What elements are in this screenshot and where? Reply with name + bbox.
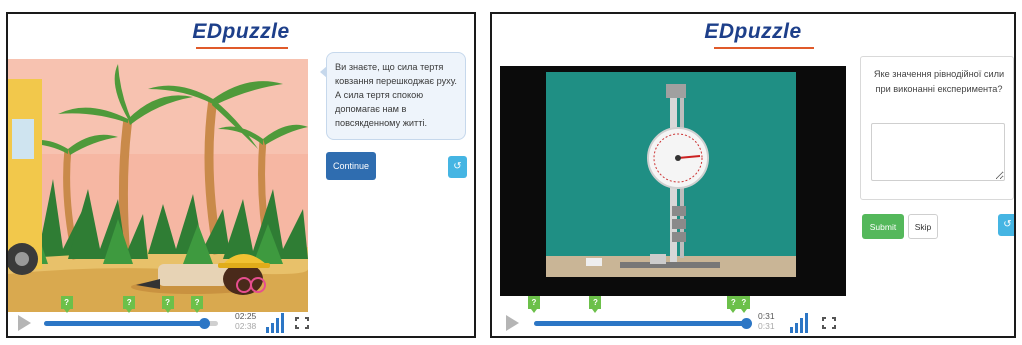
question-marker[interactable]: ? — [528, 296, 540, 313]
fullscreen-icon[interactable] — [295, 317, 309, 329]
video-player[interactable] — [500, 66, 846, 296]
video-player[interactable] — [8, 59, 308, 312]
question-marker[interactable]: ? — [191, 296, 204, 313]
speed-icon[interactable] — [266, 313, 288, 333]
question-marker[interactable]: ? — [123, 296, 136, 313]
question-card: Яке значення рівнодійної сили при викона… — [860, 56, 1014, 200]
time-total: 0:31 — [758, 321, 775, 331]
progress-track[interactable] — [44, 318, 218, 329]
question-text: Яке значення рівнодійної сили при викона… — [873, 69, 1005, 94]
logo-underline — [714, 47, 814, 49]
progress-handle[interactable] — [741, 318, 752, 329]
submit-button[interactable]: Submit — [862, 214, 904, 239]
question-marker[interactable]: ? — [161, 296, 174, 313]
video-controls: ???? 02:25 02:38 — [8, 296, 474, 336]
undo-icon[interactable]: ↺ — [448, 156, 467, 178]
time-total: 02:38 — [235, 321, 257, 331]
undo-icon[interactable]: ↺ — [998, 214, 1014, 236]
progress-handle[interactable] — [199, 318, 211, 329]
question-bubble: Ви знаєте, що сила тертя ковзання перешк… — [326, 52, 466, 140]
cartoon-video-frame — [8, 59, 308, 312]
video-controls: ???? 0:31 0:31 — [492, 296, 1014, 336]
edpuzzle-panel-left: EDpuzzle Ви знаєте, що сила тертя ковзан… — [6, 12, 476, 338]
continue-button[interactable]: Continue — [326, 152, 376, 180]
answer-field[interactable] — [871, 123, 1005, 181]
progress-fill — [534, 321, 746, 326]
logo-underline — [196, 47, 288, 49]
time-current: 02:25 — [235, 311, 257, 321]
experiment-video-frame — [500, 66, 846, 296]
edpuzzle-logo: EDpuzzle — [704, 20, 802, 43]
progress-track[interactable] — [534, 318, 752, 329]
time-display: 0:31 0:31 — [758, 311, 775, 331]
edpuzzle-panel-right: EDpuzzle Яке значення рівнодійної сили п… — [490, 12, 1016, 338]
edpuzzle-logo: EDpuzzle — [192, 20, 290, 43]
progress-fill — [44, 321, 205, 326]
fullscreen-icon[interactable] — [822, 317, 836, 329]
skip-button[interactable]: Skip — [908, 214, 938, 239]
time-display: 02:25 02:38 — [235, 311, 256, 331]
play-icon[interactable] — [506, 315, 519, 331]
time-current: 0:31 — [758, 311, 775, 321]
question-marker[interactable]: ? — [737, 296, 750, 313]
speed-icon[interactable] — [790, 313, 812, 333]
play-icon[interactable] — [18, 315, 31, 331]
question-marker[interactable]: ? — [589, 296, 602, 313]
question-marker[interactable]: ? — [60, 296, 73, 313]
